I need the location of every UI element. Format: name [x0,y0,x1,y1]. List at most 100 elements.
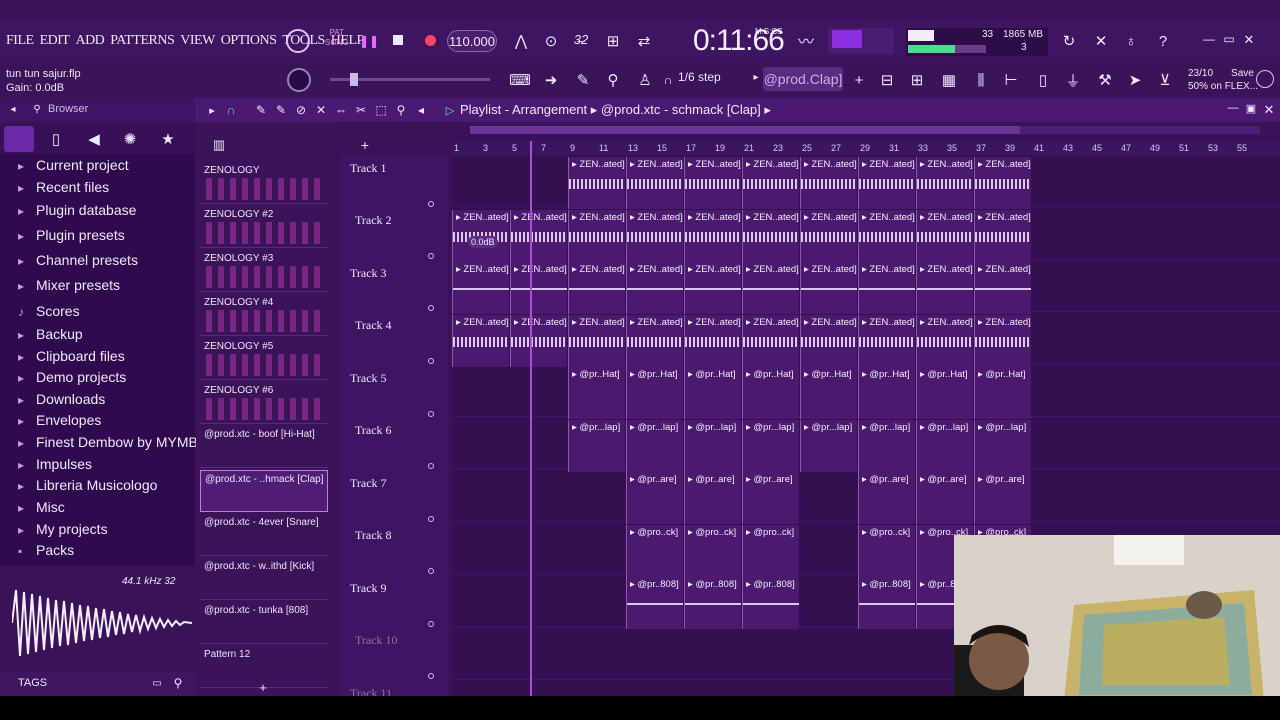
browser-item[interactable]: ▸ Clipboard files [18,348,125,364]
metronome-icon[interactable]: ⋀ [511,32,531,50]
typing-keyboard-icon[interactable]: ⌨ [508,70,532,90]
browser-item[interactable]: ▪ Packs [18,542,74,558]
playlist-clip[interactable]: ▸ ZEN..ated] [974,157,1031,209]
file-icon[interactable]: ▯ [1032,70,1054,90]
browser-item[interactable]: ▸ Impulses [18,456,92,472]
playlist-clip[interactable]: ▸ @pr..Hat] [916,367,973,419]
playlist-clip[interactable]: ▸ ZEN..ated] [568,209,625,262]
playlist-clip[interactable]: ▸ ZEN..ated] [800,209,857,262]
news-panel[interactable]: 23/10 Save 50% on FLEX... [1188,67,1258,93]
track-mute-dot[interactable] [428,358,434,364]
browser-item[interactable]: ♪ Scores [18,303,80,319]
playlist-clip[interactable]: ▸ @pr...lap] [858,419,915,472]
track-mute-dot[interactable] [428,568,434,574]
playlist-clip[interactable]: ▸ @pro..ck] [858,524,915,577]
restore-icon[interactable]: ▭ [1220,32,1238,46]
playlist-clip[interactable]: ▸ @pr..Hat] [568,367,625,419]
playlist-clip[interactable]: ▸ @pr..Hat] [800,367,857,419]
track-name[interactable]: Track 6 [355,423,392,438]
playlist-arrow-icon[interactable]: ▸ [205,102,219,118]
track-mute-dot[interactable] [428,253,434,259]
browser-item[interactable]: ▸ Backup [18,326,83,342]
pattern-item[interactable]: ZENOLOGY #4 [200,294,328,336]
playlist-clip[interactable]: ▸ ZEN..ated] [684,314,741,367]
wrench-icon[interactable]: ⚒ [1094,70,1116,90]
minimize-icon[interactable]: — [1225,102,1241,114]
tab-star-icon[interactable]: ★ [158,130,178,148]
track-name[interactable]: Track 1 [350,161,387,176]
master-pitch-slider[interactable] [330,73,490,86]
slip-tool-icon[interactable]: ⇔ [333,102,349,118]
playback-tool-icon[interactable]: ◂ [413,102,429,118]
refresh-icon[interactable]: ↻ [1058,30,1080,52]
pencil-icon[interactable]: ✎ [572,70,594,90]
playlist-clip[interactable]: ▸ ZEN..ated] [510,209,567,262]
playlist-clip[interactable]: ▸ @pr...lap] [684,419,741,472]
tempo-display[interactable]: 110.000 [447,30,497,52]
playlist-clip[interactable]: ▸ @pr...lap] [568,419,625,472]
playlist-clip[interactable]: ▸ ZEN..ated] [742,209,799,262]
track-mute-dot[interactable] [428,201,434,207]
playlist-clip[interactable]: ▸ ZEN..ated] [742,262,799,314]
playlist-clip[interactable]: ▸ @pr..Hat] [858,367,915,419]
playhead[interactable] [530,141,532,696]
menu-options[interactable]: OPTIONS [221,33,277,49]
pattern-selector[interactable]: @prod.Clap] [763,67,843,91]
pattern-item[interactable]: ZENOLOGY [200,162,328,204]
pattern-item[interactable]: @prod.xtc - tunka [808] [200,602,328,644]
playlist-clip[interactable]: ▸ @pr..are] [858,472,915,524]
playlist-clip[interactable]: ▸ @pr...lap] [974,419,1031,472]
tools-icon[interactable]: ✕ [1090,30,1112,52]
add-pattern-icon[interactable]: + [850,70,868,90]
browser-item[interactable]: ▸ Plugin database [18,202,136,218]
arrow-right-icon[interactable]: ➜ [540,70,562,90]
playlist-clip[interactable]: ▸ @pr..Hat] [742,367,799,419]
help-icon[interactable]: ? [1152,30,1174,52]
loop-record-icon[interactable]: ⇄ [633,32,655,50]
playlist-clip[interactable]: ▸ ZEN..ated] [800,262,857,314]
magnet-icon[interactable]: ∩ [223,102,239,118]
close-icon[interactable]: ✕ [1240,32,1258,48]
browser-item[interactable]: ▸ Downloads [18,391,105,407]
tab-speaker-icon[interactable]: ◀ [84,130,104,148]
track-name[interactable]: Track 3 [350,266,387,281]
playlist-clip[interactable]: ▸ ZEN..ated] [626,209,683,262]
mute-tool-icon[interactable]: ✕ [313,102,329,118]
track-name[interactable]: Track 7 [350,476,387,491]
playlist-icon[interactable]: ⊟ [876,70,898,90]
playlist-clip[interactable]: ▸ ZEN..ated] [568,157,625,209]
playlist-clip[interactable]: ▸ ZEN..ated] [742,314,799,367]
tags-label[interactable]: TAGS [18,677,47,689]
magnet-icon[interactable]: ∩ [660,72,676,88]
playlist-clip[interactable]: ▸ @pro..ck] [626,524,683,577]
playlist-clip[interactable]: ▸ @pr..are] [626,472,683,524]
pattern-item[interactable]: ZENOLOGY #6 [200,382,328,424]
playlist-clip[interactable]: ▸ ZEN..ated] [742,157,799,209]
snap-step[interactable]: 1/6 step [678,70,721,84]
wait-input-icon[interactable]: ⊙ [540,32,562,50]
browser-item[interactable]: ▸ My projects [18,521,108,537]
playlist-clip[interactable]: ▸ ZEN..ated] [916,262,973,314]
paint-tool-icon[interactable]: ✎ [273,102,289,118]
playlist-clip[interactable]: ▸ ZEN..ated] [510,314,567,367]
close-icon[interactable]: ✕ [1261,102,1277,118]
pattern-item[interactable]: @prod.xtc - w..ithd [Kick] [200,558,328,600]
draw-tool-icon[interactable]: ✎ [253,102,269,118]
playlist-clip[interactable]: ▸ ZEN..ated] [916,209,973,262]
pat-song-toggle[interactable]: PAT SONG [325,28,349,48]
playlist-clip[interactable]: ▸ ZEN..ated] [452,262,509,314]
playlist-clip[interactable]: ▸ ZEN..ated] [916,157,973,209]
playlist-clip[interactable]: ▸ @pr...lap] [916,419,973,472]
playlist-clip[interactable]: ▸ ZEN..ated] [684,157,741,209]
minimize-icon[interactable]: — [1200,32,1218,46]
pattern-item[interactable]: ZENOLOGY #5 [200,338,328,380]
pattern-item[interactable]: @prod.xtc - boof [Hi-Hat] [200,426,328,468]
master-volume-knob[interactable] [287,68,311,92]
horizontal-scrollbar[interactable] [470,126,1260,134]
playlist-clip[interactable]: ▸ @pr...lap] [742,419,799,472]
stamp-icon[interactable]: ♙ [634,70,656,90]
browser-icon[interactable]: ⊢ [1000,70,1022,90]
playlist-clip[interactable]: ▸ @pr..808] [626,577,683,629]
channel-rack-icon[interactable]: ▦ [938,70,960,90]
mic-icon[interactable]: ♁ [1120,30,1142,52]
